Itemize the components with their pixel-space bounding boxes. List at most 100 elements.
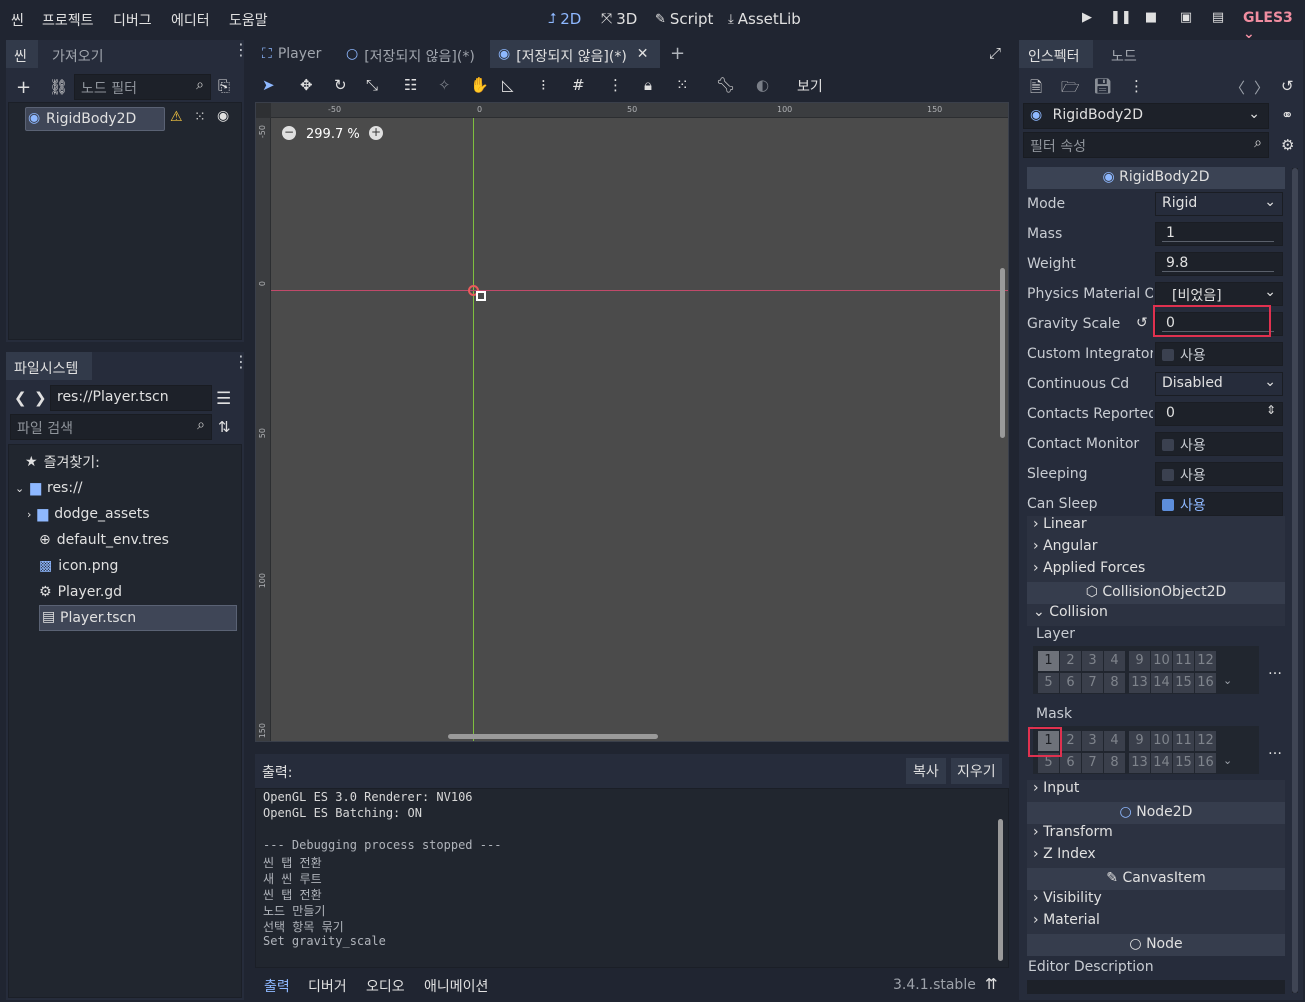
pan-tool-icon[interactable]: ✋ bbox=[470, 76, 489, 94]
output-log[interactable]: OpenGL ES 3.0 Renderer: NV106 OpenGL ES … bbox=[255, 788, 1009, 968]
smart-snap-icon[interactable]: ⁝ bbox=[541, 76, 546, 94]
mask-bit[interactable]: 11 bbox=[1173, 731, 1194, 751]
dock-menu-icon[interactable]: ⋮ bbox=[233, 354, 249, 370]
tab-output[interactable]: 출력 bbox=[264, 976, 290, 996]
horizontal-scrollbar[interactable] bbox=[448, 734, 658, 739]
group-icon[interactable]: ⁙ bbox=[676, 76, 689, 94]
contact-monitor-checkbox[interactable]: 사용 bbox=[1155, 432, 1283, 456]
layer-bit[interactable]: 6 bbox=[1060, 673, 1081, 693]
node-filter-input[interactable]: 노드 필터 ⌕ bbox=[74, 74, 211, 100]
warning-icon[interactable]: ⚠ bbox=[170, 109, 183, 125]
mask-bit[interactable]: 8 bbox=[1104, 753, 1125, 773]
snap-options-icon[interactable]: ⋮ bbox=[608, 76, 623, 94]
visibility-eye-icon[interactable]: ◉ bbox=[217, 108, 229, 124]
layer-bit[interactable]: 11 bbox=[1173, 651, 1194, 671]
camera-override-icon[interactable]: ◐ bbox=[756, 76, 769, 94]
section-transform[interactable]: › Transform bbox=[1027, 824, 1285, 846]
output-scrollbar[interactable] bbox=[998, 819, 1003, 961]
list-item-selected[interactable]: ▤ Player.tscn bbox=[39, 605, 237, 631]
back-icon[interactable]: ❮ bbox=[14, 389, 27, 407]
editor-description-field[interactable] bbox=[1027, 980, 1285, 994]
vertical-scrollbar[interactable] bbox=[1000, 268, 1005, 438]
new-resource-icon[interactable]: 🗎︎ bbox=[1030, 77, 1042, 102]
mask-bit[interactable]: 12 bbox=[1195, 731, 1216, 751]
tab-inspector[interactable]: 인스펙터 bbox=[1019, 40, 1093, 68]
object-selector[interactable]: ◉ RigidBody2D ⌄ bbox=[1023, 103, 1269, 129]
list-item[interactable]: ⚙ Player.gd bbox=[39, 580, 122, 604]
layer-bit[interactable]: 16 bbox=[1195, 673, 1216, 693]
ruler-horizontal[interactable]: -50 0 50 100 150 bbox=[256, 103, 1008, 118]
split-view-icon[interactable]: ☰ bbox=[216, 389, 231, 409]
list-select-icon[interactable]: ☷ bbox=[404, 76, 417, 94]
section-material[interactable]: › Material bbox=[1027, 912, 1285, 934]
more-menu-icon[interactable]: ⋮ bbox=[1129, 77, 1144, 95]
add-node-icon[interactable]: + bbox=[16, 77, 31, 98]
move-tool-icon[interactable]: ✥ bbox=[300, 76, 313, 94]
ruler-vertical[interactable]: -50 0 50 100 150 bbox=[256, 103, 271, 741]
ruler-tool-icon[interactable]: ◺ bbox=[502, 76, 514, 94]
mask-more-icon[interactable]: … bbox=[1268, 742, 1282, 758]
lock-icon[interactable]: 🔒︎ bbox=[644, 76, 652, 94]
sleeping-checkbox[interactable]: 사용 bbox=[1155, 462, 1283, 486]
custom-integrator-checkbox[interactable]: 사용 bbox=[1155, 342, 1283, 366]
view-menu[interactable]: 보기 bbox=[797, 76, 823, 96]
new-tab-icon[interactable]: + bbox=[670, 43, 685, 64]
section-z-index[interactable]: › Z Index bbox=[1027, 846, 1285, 868]
history-icon[interactable]: ↺ bbox=[1281, 77, 1294, 95]
expand-panel-icon[interactable]: ⇈ bbox=[985, 975, 998, 993]
pause-icon[interactable]: ❚❚ bbox=[1110, 10, 1132, 28]
renderer-select[interactable]: GLES3 ⌄ bbox=[1243, 10, 1305, 42]
group-icon[interactable]: ⁙ bbox=[194, 109, 206, 125]
section-linear[interactable]: › Linear bbox=[1027, 516, 1285, 538]
list-item[interactable]: ▩ icon.png bbox=[39, 554, 118, 578]
layer-bit[interactable]: 5 bbox=[1038, 673, 1059, 693]
tab-node[interactable]: 노드 bbox=[1103, 40, 1145, 68]
contacts-reported-spinbox[interactable]: 0 ⇕ bbox=[1155, 402, 1283, 426]
tab-debugger[interactable]: 디버거 bbox=[308, 976, 347, 996]
file-search-input[interactable]: 파일 검색 ⌕ bbox=[10, 414, 212, 440]
favorites-row[interactable]: ★ 즐겨찾기: bbox=[25, 450, 100, 474]
layer-grid[interactable]: 1 2 3 4 9 10 11 12 5 6 7 8 13 14 15 16 ⌄ bbox=[1033, 646, 1259, 694]
scale-tool-icon[interactable]: ⤡ bbox=[366, 76, 378, 94]
section-visibility[interactable]: › Visibility bbox=[1027, 890, 1285, 912]
layer-bit[interactable]: 13 bbox=[1129, 673, 1150, 693]
workspace-assetlib[interactable]: ⤓ AssetLib bbox=[728, 10, 801, 28]
tab-unsaved-1[interactable]: ○ [저장되지 않음](*) bbox=[338, 40, 483, 68]
res-root-row[interactable]: ⌄ ▆ res:// bbox=[15, 476, 83, 500]
zoom-out-icon[interactable]: − bbox=[282, 126, 296, 140]
section-applied-forces[interactable]: › Applied Forces bbox=[1027, 560, 1285, 582]
layer-bit[interactable]: 10 bbox=[1151, 651, 1172, 671]
close-icon[interactable]: ✕ bbox=[637, 46, 649, 68]
path-field[interactable]: res://Player.tscn bbox=[50, 385, 212, 411]
object-properties-icon[interactable]: ⚭ bbox=[1281, 106, 1294, 124]
inspector-scrollbar[interactable] bbox=[1292, 168, 1298, 993]
mask-bit[interactable]: 7 bbox=[1082, 753, 1103, 773]
distraction-free-icon[interactable]: ⤢ bbox=[989, 44, 1001, 62]
tab-animation[interactable]: 애니메이션 bbox=[424, 976, 488, 996]
select-tool-icon[interactable]: ➤ bbox=[262, 76, 275, 94]
menu-editor[interactable]: 에디터 bbox=[171, 10, 210, 30]
property-filter-input[interactable]: 필터 속성 ⌕ bbox=[1023, 132, 1269, 158]
layer-bit[interactable]: 2 bbox=[1060, 651, 1081, 671]
mask-bit[interactable]: 14 bbox=[1151, 753, 1172, 773]
property-options-icon[interactable]: ⚙ bbox=[1281, 136, 1294, 154]
tab-import[interactable]: 가져오기 bbox=[44, 40, 112, 68]
inspector-scrollbar-track[interactable] bbox=[1292, 168, 1298, 993]
mask-bit[interactable]: 3 bbox=[1082, 731, 1103, 751]
mask-bit[interactable]: 15 bbox=[1173, 753, 1194, 773]
layer-more-icon[interactable]: … bbox=[1268, 662, 1282, 678]
link-icon[interactable]: ⛓ bbox=[49, 78, 68, 96]
menu-scene[interactable]: 씬 bbox=[11, 10, 24, 30]
rotate-tool-icon[interactable]: ↻ bbox=[334, 76, 347, 94]
layer-bit[interactable]: 15 bbox=[1173, 673, 1194, 693]
tab-scene[interactable]: 씬 bbox=[6, 40, 38, 68]
tab-filesystem[interactable]: 파일시스템 bbox=[6, 352, 92, 380]
save-icon[interactable]: 💾︎ bbox=[1093, 77, 1112, 95]
workspace-script[interactable]: ✎ Script bbox=[655, 10, 713, 28]
play-icon[interactable]: ▶ bbox=[1078, 10, 1096, 28]
copy-button[interactable]: 복사 bbox=[906, 758, 946, 784]
spinner-arrows-icon[interactable]: ⇕ bbox=[1266, 403, 1276, 417]
workspace-2d[interactable]: ⮥ 2D bbox=[548, 10, 581, 28]
zoom-level[interactable]: 299.7 % bbox=[306, 127, 360, 142]
clear-button[interactable]: 지우기 bbox=[951, 758, 1002, 784]
